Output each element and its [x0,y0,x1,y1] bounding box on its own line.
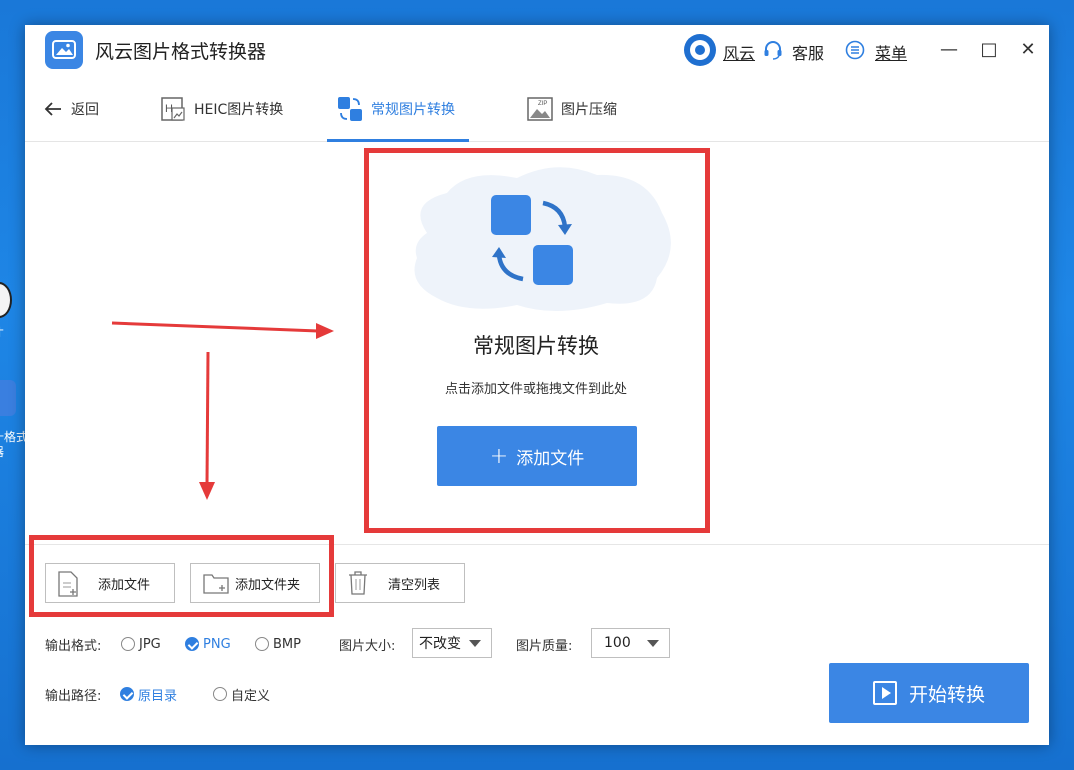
annotation-arrow-right [111,321,319,333]
annotation-arrowhead [199,482,215,500]
annotation-arrow-down [205,351,210,485]
annotation-arrows [111,321,334,500]
annotation-arrowhead [316,323,334,339]
